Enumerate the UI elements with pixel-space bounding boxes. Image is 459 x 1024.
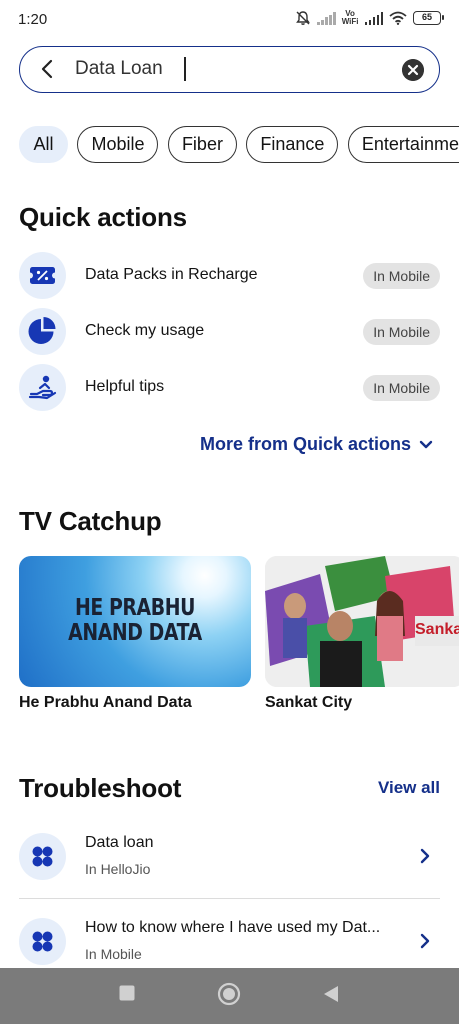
view-all-link[interactable]: View all	[378, 778, 440, 798]
signal-icon	[317, 11, 336, 25]
back-nav-icon[interactable]	[322, 984, 340, 1004]
chip-all[interactable]: All	[19, 126, 68, 163]
icon-container	[19, 252, 66, 299]
quick-action-label: Check my usage	[85, 322, 205, 339]
icon-container	[19, 918, 66, 965]
pie-chart-icon	[28, 317, 56, 344]
tv-card-sankat-city[interactable]: Sankat	[265, 556, 459, 687]
mute-icon	[296, 11, 311, 25]
status-icons: Vo WiFi 65	[295, 10, 444, 26]
four-dots-icon	[32, 846, 53, 867]
tv-card-art-text: HE PRABHU ANAND DATA	[40, 596, 230, 646]
vowifi-indicator: Vo WiFi	[342, 10, 359, 26]
list-divider	[19, 898, 440, 899]
tv-caption-sankat-city: Sankat City	[265, 694, 353, 711]
more-quick-actions-link[interactable]: More from Quick actions	[200, 434, 433, 455]
vowifi-bottom: WiFi	[341, 17, 359, 26]
chevron-down-icon	[419, 440, 433, 448]
art-line-1: HE PRABHU	[75, 595, 195, 621]
quick-action-label: Data Packs in Recharge	[85, 266, 258, 283]
battery-icon: 65	[413, 11, 444, 25]
chevron-right-icon	[420, 933, 430, 949]
troubleshoot-item-title: How to know where I have used my Dat...	[85, 919, 381, 936]
quick-action-helpful-tips[interactable]: Helpful tips In Mobile	[19, 364, 440, 412]
helping-hand-icon	[28, 375, 57, 400]
home-icon[interactable]	[217, 982, 241, 1006]
quick-action-badge: In Mobile	[363, 263, 440, 289]
poster-title: Sankat	[415, 621, 459, 638]
wifi-icon	[389, 11, 407, 25]
tv-card-he-prabhu[interactable]: HE PRABHU ANAND DATA	[19, 556, 251, 687]
chip-mobile[interactable]: Mobile	[77, 126, 159, 163]
troubleshoot-item-subtitle: In HelloJio	[85, 861, 151, 877]
filter-chips: All Mobile Fiber Finance Entertainment	[19, 126, 459, 164]
icon-container	[19, 308, 66, 355]
quick-action-check-usage[interactable]: Check my usage In Mobile	[19, 308, 440, 356]
quick-action-data-packs[interactable]: Data Packs in Recharge In Mobile	[19, 252, 440, 300]
chip-fiber[interactable]: Fiber	[167, 126, 237, 163]
troubleshoot-item-subtitle: In Mobile	[85, 946, 142, 962]
icon-container	[19, 833, 66, 880]
tv-catchup-title: TV Catchup	[19, 506, 162, 536]
chip-entertainment[interactable]: Entertainment	[347, 126, 459, 163]
sankat-city-poster: Sankat	[265, 556, 459, 687]
troubleshoot-item-data-loan[interactable]: Data loan In HelloJio	[19, 833, 440, 903]
system-nav-bar	[0, 968, 459, 1024]
quick-action-label: Helpful tips	[85, 378, 165, 395]
troubleshoot-item-title: Data loan	[85, 834, 154, 851]
status-bar: 1:20 Vo WiFi 65	[0, 0, 459, 40]
chevron-right-icon	[420, 848, 430, 864]
recents-icon[interactable]	[118, 984, 136, 1002]
back-arrow-icon[interactable]	[36, 57, 60, 81]
search-bar	[19, 46, 440, 93]
art-line-2: ANAND DATA	[68, 620, 202, 646]
status-time: 1:20	[18, 11, 48, 28]
signal-icon	[364, 11, 383, 25]
quick-action-badge: In Mobile	[363, 319, 440, 345]
text-cursor	[184, 57, 186, 81]
chip-finance[interactable]: Finance	[246, 126, 339, 163]
more-quick-actions-label: More from Quick actions	[199, 434, 411, 454]
percent-ticket-icon	[27, 267, 58, 284]
clear-icon[interactable]	[402, 59, 424, 81]
quick-action-badge: In Mobile	[363, 375, 440, 401]
troubleshoot-title: Troubleshoot	[19, 773, 182, 803]
four-dots-icon	[32, 931, 53, 952]
search-input[interactable]	[75, 55, 385, 83]
quick-actions-title: Quick actions	[19, 202, 187, 232]
icon-container	[19, 364, 66, 411]
tv-caption-he-prabhu: He Prabhu Anand Data	[19, 694, 192, 711]
